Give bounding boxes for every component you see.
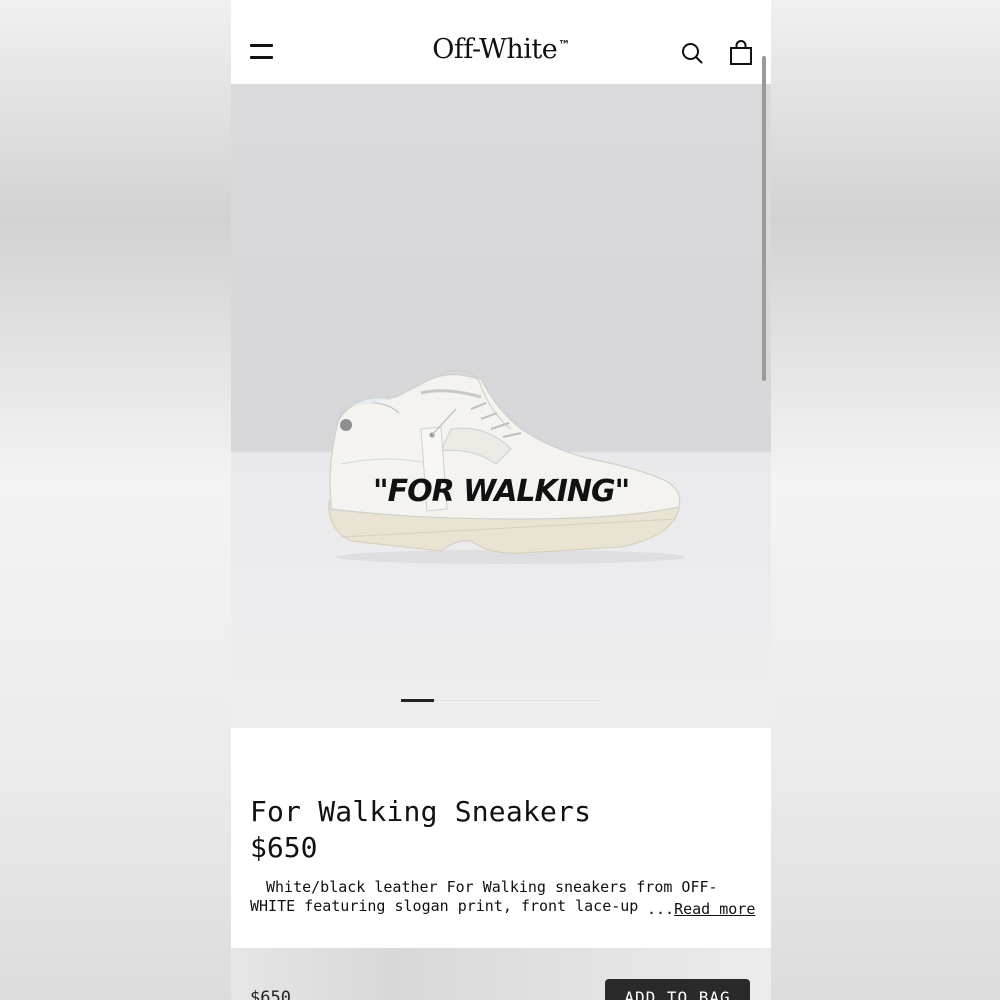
shoe-slogan-print: "FOR WALKING" xyxy=(373,474,629,509)
product-title: For Walking Sneakers xyxy=(250,795,592,828)
sticky-price: $650 xyxy=(250,988,291,1000)
brand-name: Off-White xyxy=(432,34,558,65)
scrollbar-thumb[interactable] xyxy=(762,56,766,381)
background-right xyxy=(771,0,1000,1000)
shopping-bag-icon[interactable] xyxy=(729,40,753,66)
product-page: Off-White™ "FOR WALKING" For Walking Sne… xyxy=(231,0,771,1000)
sticky-purchase-bar: $650 ADD TO BAG xyxy=(231,948,771,1000)
site-header: Off-White™ xyxy=(231,0,771,84)
product-info: For Walking Sneakers $650 White/black le… xyxy=(231,728,771,948)
product-image-gallery[interactable]: "FOR WALKING" xyxy=(231,84,771,728)
product-price: $650 xyxy=(250,831,318,864)
background-left xyxy=(0,0,231,1000)
add-to-bag-button[interactable]: ADD TO BAG xyxy=(605,979,750,1000)
trademark-symbol: ™ xyxy=(558,38,570,52)
read-more-container: ...Read more xyxy=(647,900,756,918)
description-ellipsis: ... xyxy=(647,900,675,918)
read-more-link[interactable]: Read more xyxy=(674,900,755,918)
product-image-sneaker: "FOR WALKING" xyxy=(328,369,686,564)
search-icon[interactable] xyxy=(681,42,703,64)
gallery-pager-active-indicator[interactable] xyxy=(401,699,434,702)
